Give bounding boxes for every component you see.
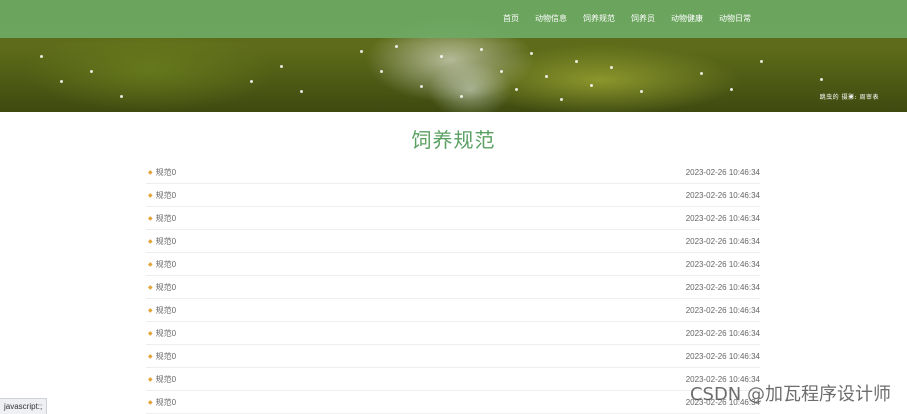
- water-drop: [60, 80, 63, 83]
- bullet-icon: ◆: [148, 261, 153, 268]
- water-drop: [575, 60, 578, 63]
- water-drop: [440, 55, 443, 58]
- list-item-title[interactable]: 规范0: [156, 305, 176, 316]
- water-drop: [560, 98, 563, 101]
- nav-item-animal-daily[interactable]: 动物日常: [711, 0, 759, 38]
- list-item[interactable]: ◆ 规范0 2023-02-26 10:46:34: [146, 230, 760, 253]
- water-drop: [530, 52, 533, 55]
- bullet-icon: ◆: [148, 376, 153, 383]
- bullet-icon: ◆: [148, 284, 153, 291]
- banner-image: 首页 动物信息 饲养规范 饲养员 动物健康 动物日常 跳虫的 摄影: 周审表: [0, 0, 907, 112]
- list-item-date: 2023-02-26 10:46:34: [685, 236, 760, 246]
- water-drop: [700, 72, 703, 75]
- water-drop: [590, 84, 593, 87]
- list-item-title[interactable]: 规范0: [156, 213, 176, 224]
- list-item-title[interactable]: 规范0: [156, 282, 176, 293]
- bullet-icon: ◆: [148, 307, 153, 314]
- water-drop: [90, 70, 93, 73]
- bullet-icon: ◆: [148, 399, 153, 406]
- water-drop: [760, 60, 763, 63]
- list-item-left: ◆ 规范0: [146, 259, 176, 270]
- water-drop: [480, 48, 483, 51]
- list-item-date: 2023-02-26 10:46:34: [685, 328, 760, 338]
- list-item[interactable]: ◆ 规范0 2023-02-26 10:46:34: [146, 184, 760, 207]
- list-item-title[interactable]: 规范0: [156, 351, 176, 362]
- list-item-left: ◆ 规范0: [146, 328, 176, 339]
- water-drop: [360, 50, 363, 53]
- watermark: CSDN @加瓦程序设计师: [689, 384, 891, 405]
- list-item-title[interactable]: 规范0: [156, 236, 176, 247]
- page-title: 饲养规范: [411, 130, 496, 152]
- water-drop: [420, 85, 423, 88]
- list-item[interactable]: ◆ 规范0 2023-02-26 10:46:34: [146, 253, 760, 276]
- list-item-date: 2023-02-26 10:46:34: [685, 351, 760, 361]
- browser-status-bar: javascript:;: [0, 398, 48, 414]
- nav-item-home[interactable]: 首页: [495, 0, 527, 38]
- water-drop: [40, 55, 43, 58]
- list-item[interactable]: ◆ 规范0 2023-02-26 10:46:34: [146, 299, 760, 322]
- list-item-title[interactable]: 规范0: [156, 190, 176, 201]
- list-item-left: ◆ 规范0: [146, 213, 176, 224]
- list-item-left: ◆ 规范0: [146, 397, 176, 408]
- bullet-icon: ◆: [148, 238, 153, 245]
- list-item-left: ◆ 规范0: [146, 351, 176, 362]
- water-drop: [460, 95, 463, 98]
- photo-credit: 跳虫的 摄影: 周审表: [819, 94, 879, 101]
- water-drop: [395, 45, 398, 48]
- list-item-title[interactable]: 规范0: [156, 167, 176, 178]
- list-item[interactable]: ◆ 规范0 2023-02-26 10:46:34: [146, 161, 760, 184]
- list-item-left: ◆ 规范0: [146, 190, 176, 201]
- nav-item-animal-info[interactable]: 动物信息: [527, 0, 575, 38]
- nav-menu: 首页 动物信息 饲养规范 饲养员 动物健康 动物日常: [495, 0, 759, 38]
- list-item-title[interactable]: 规范0: [156, 397, 176, 408]
- list-item-title[interactable]: 规范0: [156, 328, 176, 339]
- list-item[interactable]: ◆ 规范0 2023-02-26 10:46:34: [146, 368, 760, 391]
- water-drop: [820, 78, 823, 81]
- water-drop: [730, 88, 733, 91]
- bullet-icon: ◆: [148, 169, 153, 176]
- list-item[interactable]: ◆ 规范0 2023-02-26 10:46:34: [146, 345, 760, 368]
- bullet-icon: ◆: [148, 330, 153, 337]
- water-drop: [250, 80, 253, 83]
- list-item-title[interactable]: 规范0: [156, 374, 176, 385]
- bullet-icon: ◆: [148, 353, 153, 360]
- list-item[interactable]: ◆ 规范0 2023-02-26 10:46:34: [146, 276, 760, 299]
- water-drop: [545, 75, 548, 78]
- list-item-date: 2023-02-26 10:46:34: [685, 282, 760, 292]
- water-drop: [120, 95, 123, 98]
- list-item-left: ◆ 规范0: [146, 167, 176, 178]
- list-item-left: ◆ 规范0: [146, 282, 176, 293]
- list-item-date: 2023-02-26 10:46:34: [685, 259, 760, 269]
- water-drop: [280, 65, 283, 68]
- standards-list: ◆ 规范0 2023-02-26 10:46:34 ◆ 规范0 2023-02-26 10…: [146, 161, 760, 414]
- list-item[interactable]: ◆ 规范0 2023-02-26 10:46:34: [146, 391, 760, 414]
- top-navbar: 首页 动物信息 饲养规范 饲养员 动物健康 动物日常: [0, 0, 907, 38]
- water-drop: [610, 66, 613, 69]
- list-item-date: 2023-02-26 10:46:34: [685, 305, 760, 315]
- list-item-title[interactable]: 规范0: [156, 259, 176, 270]
- list-item-date: 2023-02-26 10:46:34: [685, 213, 760, 223]
- page: 首页 动物信息 饲养规范 饲养员 动物健康 动物日常 跳虫的 摄影: 周审表 饲…: [0, 0, 907, 414]
- bullet-icon: ◆: [148, 192, 153, 199]
- list-item[interactable]: ◆ 规范0 2023-02-26 10:46:34: [146, 322, 760, 345]
- water-drop: [300, 90, 303, 93]
- list-item-date: 2023-02-26 10:46:34: [685, 190, 760, 200]
- water-drop: [640, 90, 643, 93]
- nav-item-keepers[interactable]: 饲养员: [623, 0, 663, 38]
- list-item-left: ◆ 规范0: [146, 374, 176, 385]
- list-item-date: 2023-02-26 10:46:34: [685, 167, 760, 177]
- water-drop: [380, 70, 383, 73]
- nav-item-animal-health[interactable]: 动物健康: [663, 0, 711, 38]
- water-drop: [500, 70, 503, 73]
- list-item-left: ◆ 规范0: [146, 236, 176, 247]
- list-item[interactable]: ◆ 规范0 2023-02-26 10:46:34: [146, 207, 760, 230]
- water-drop: [515, 88, 518, 91]
- nav-item-feeding-standards[interactable]: 饲养规范: [575, 0, 623, 38]
- list-item-left: ◆ 规范0: [146, 305, 176, 316]
- bullet-icon: ◆: [148, 215, 153, 222]
